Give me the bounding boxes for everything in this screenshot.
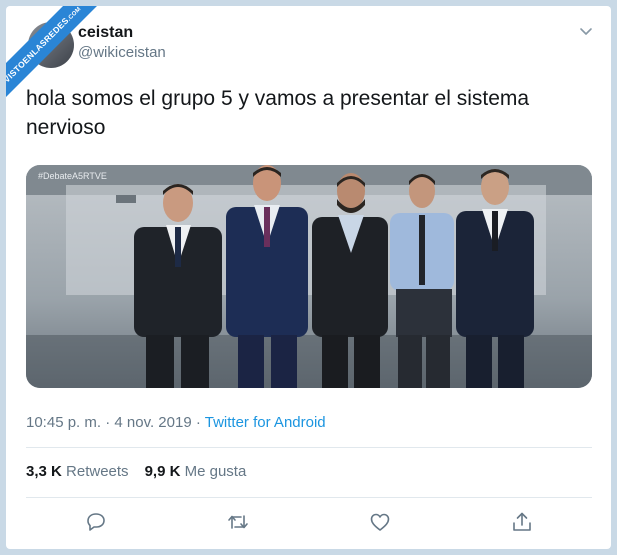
tweet-card: VISTOENLASREDES.COM ceistan @wikiceistan… [6,6,611,549]
likes-count: 9,9 K [144,463,181,480]
meta-separator: · [191,414,205,431]
divider [26,447,592,448]
tweet-meta: 10:45 p. m. · 4 nov. 2019 · Twitter for … [26,414,326,431]
retweets-label: Retweets [66,463,129,480]
reply-icon[interactable] [84,510,108,534]
debate-photo-image: #DebateA5RTVE [26,165,592,388]
tweet-text: hola somos el grupo 5 y vamos a presenta… [26,87,530,139]
meta-separator: · [101,414,115,431]
divider [26,497,592,498]
media-hashtag: #DebateA5RTVE [38,171,107,181]
author-handle[interactable]: @wikiceistan [78,44,166,61]
watermark-suffix: .COM [66,6,83,23]
likes-label: Me gusta [184,463,247,480]
likes-stat[interactable]: 9,9 K Me gusta [145,463,247,480]
retweet-icon[interactable] [226,510,250,534]
share-icon[interactable] [510,510,534,534]
tweet-actions [6,510,611,536]
like-icon[interactable] [368,510,392,534]
retweets-count: 3,3 K [26,463,62,480]
retweets-stat[interactable]: 3,3 K Retweets [26,463,129,480]
tweet-photo[interactable]: #DebateA5RTVE [26,165,592,388]
tweet-time: 10:45 p. m. [26,414,102,431]
chevron-down-icon[interactable] [579,24,593,38]
tweet-date: 4 nov. 2019 [114,414,192,431]
tweet-stats: 3,3 K Retweets 9,9 K Me gusta [26,463,246,480]
tweet-source-link[interactable]: Twitter for Android [205,414,326,431]
author-display-name[interactable]: ceistan [78,24,133,42]
